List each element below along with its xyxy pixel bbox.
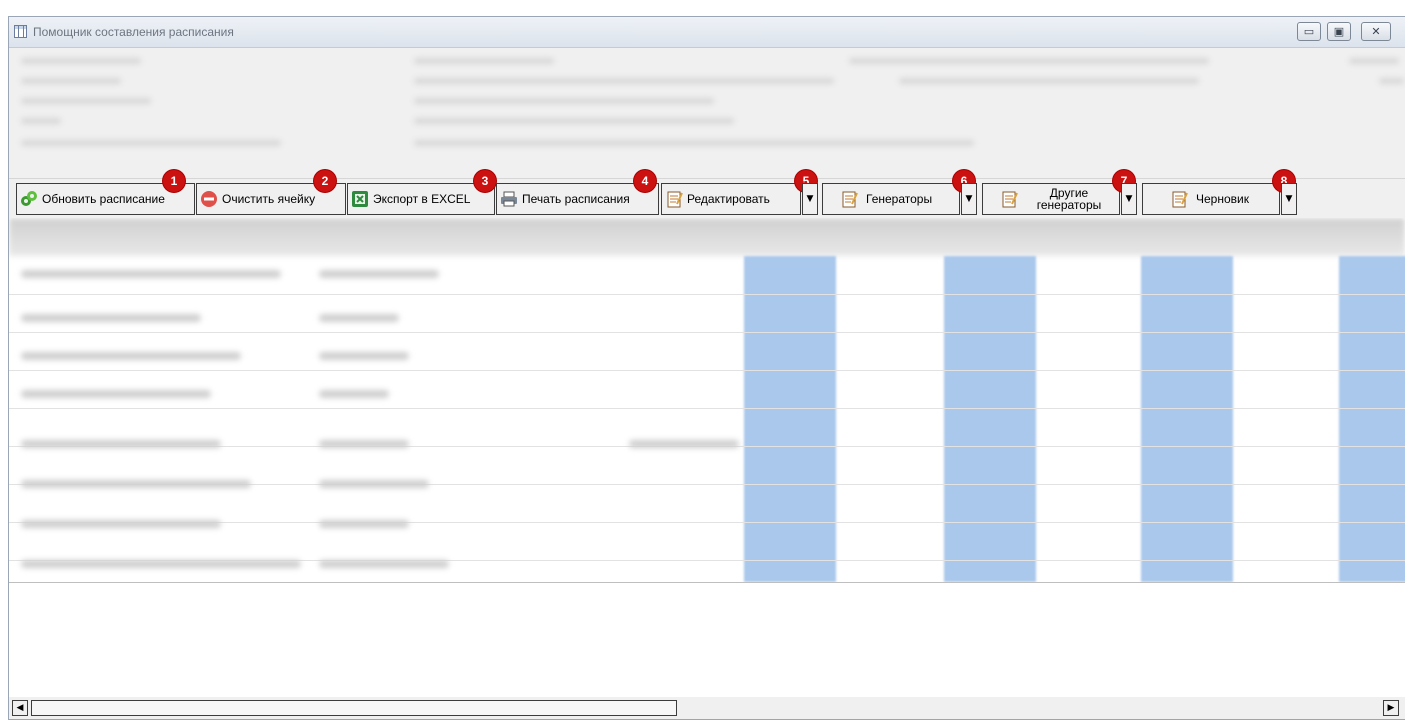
schedule-grid[interactable] <box>9 218 1405 582</box>
toolbar: 1 Обновить расписание 2 Очистить ячейку … <box>9 170 1405 219</box>
scroll-left-arrow[interactable]: ◀ <box>12 700 28 716</box>
refresh-schedule-button[interactable]: 1 Обновить расписание <box>16 170 195 215</box>
notepad-icon <box>1170 190 1188 208</box>
details-area <box>9 582 1405 698</box>
print-schedule-button[interactable]: 4 Печать расписания <box>496 170 659 215</box>
grid-header <box>9 218 1405 256</box>
excel-icon <box>351 190 369 208</box>
edit-button[interactable]: 5 Редактировать <box>661 170 817 215</box>
highlight-column <box>1141 256 1233 582</box>
table-icon <box>14 25 27 38</box>
callout-badge-3: 3 <box>474 170 496 192</box>
other-generators-label: Другие генераторы <box>1022 187 1116 211</box>
clear-cell-label: Очистить ячейку <box>222 192 316 206</box>
info-panel <box>9 48 1405 178</box>
app-window: Помощник составления расписания ▭ ▣ ✕ 1 … <box>8 16 1405 720</box>
restore-button[interactable]: ▣ <box>1327 22 1351 41</box>
callout-badge-1: 1 <box>163 170 185 192</box>
draft-button[interactable]: 8 Черновик <box>1142 170 1295 215</box>
refresh-schedule-label: Обновить расписание <box>42 192 165 206</box>
notepad-icon <box>1000 190 1018 208</box>
highlight-column <box>944 256 1036 582</box>
title-bar: Помощник составления расписания ▭ ▣ ✕ <box>9 17 1405 48</box>
print-icon <box>500 190 518 208</box>
export-excel-button[interactable]: 3 Экспорт в EXCEL <box>347 170 496 215</box>
notepad-icon <box>665 190 683 208</box>
clear-cell-button[interactable]: 2 Очистить ячейку <box>196 170 346 215</box>
other-generators-dropdown-button[interactable]: ▼ <box>1121 183 1137 215</box>
callout-badge-2: 2 <box>314 170 336 192</box>
other-generators-label-line2: генераторы <box>1036 198 1102 212</box>
draft-label: Черновик <box>1196 192 1249 206</box>
callout-badge-4: 4 <box>634 170 656 192</box>
highlight-column <box>1339 256 1405 582</box>
minimize-button[interactable]: ▭ <box>1297 22 1321 41</box>
export-excel-label: Экспорт в EXCEL <box>373 192 471 206</box>
edit-dropdown-button[interactable]: ▼ <box>802 183 818 215</box>
scroll-right-arrow[interactable]: ▶ <box>1383 700 1399 716</box>
highlight-column <box>744 256 836 582</box>
print-schedule-label: Печать расписания <box>522 192 630 206</box>
close-button[interactable]: ✕ <box>1361 22 1391 41</box>
generators-label: Генераторы <box>866 192 933 206</box>
refresh-icon <box>20 190 38 208</box>
other-generators-button[interactable]: 7 Другие генераторы <box>982 170 1135 215</box>
draft-dropdown-button[interactable]: ▼ <box>1281 183 1297 215</box>
generators-button[interactable]: 6 Генераторы <box>822 170 975 215</box>
scroll-thumb[interactable] <box>31 700 677 716</box>
horizontal-scrollbar[interactable]: ◀ ▶ <box>9 697 1405 719</box>
notepad-icon <box>840 190 858 208</box>
clear-cell-icon <box>200 190 218 208</box>
edit-label: Редактировать <box>687 192 770 206</box>
window-title: Помощник составления расписания <box>33 25 234 39</box>
generators-dropdown-button[interactable]: ▼ <box>961 183 977 215</box>
